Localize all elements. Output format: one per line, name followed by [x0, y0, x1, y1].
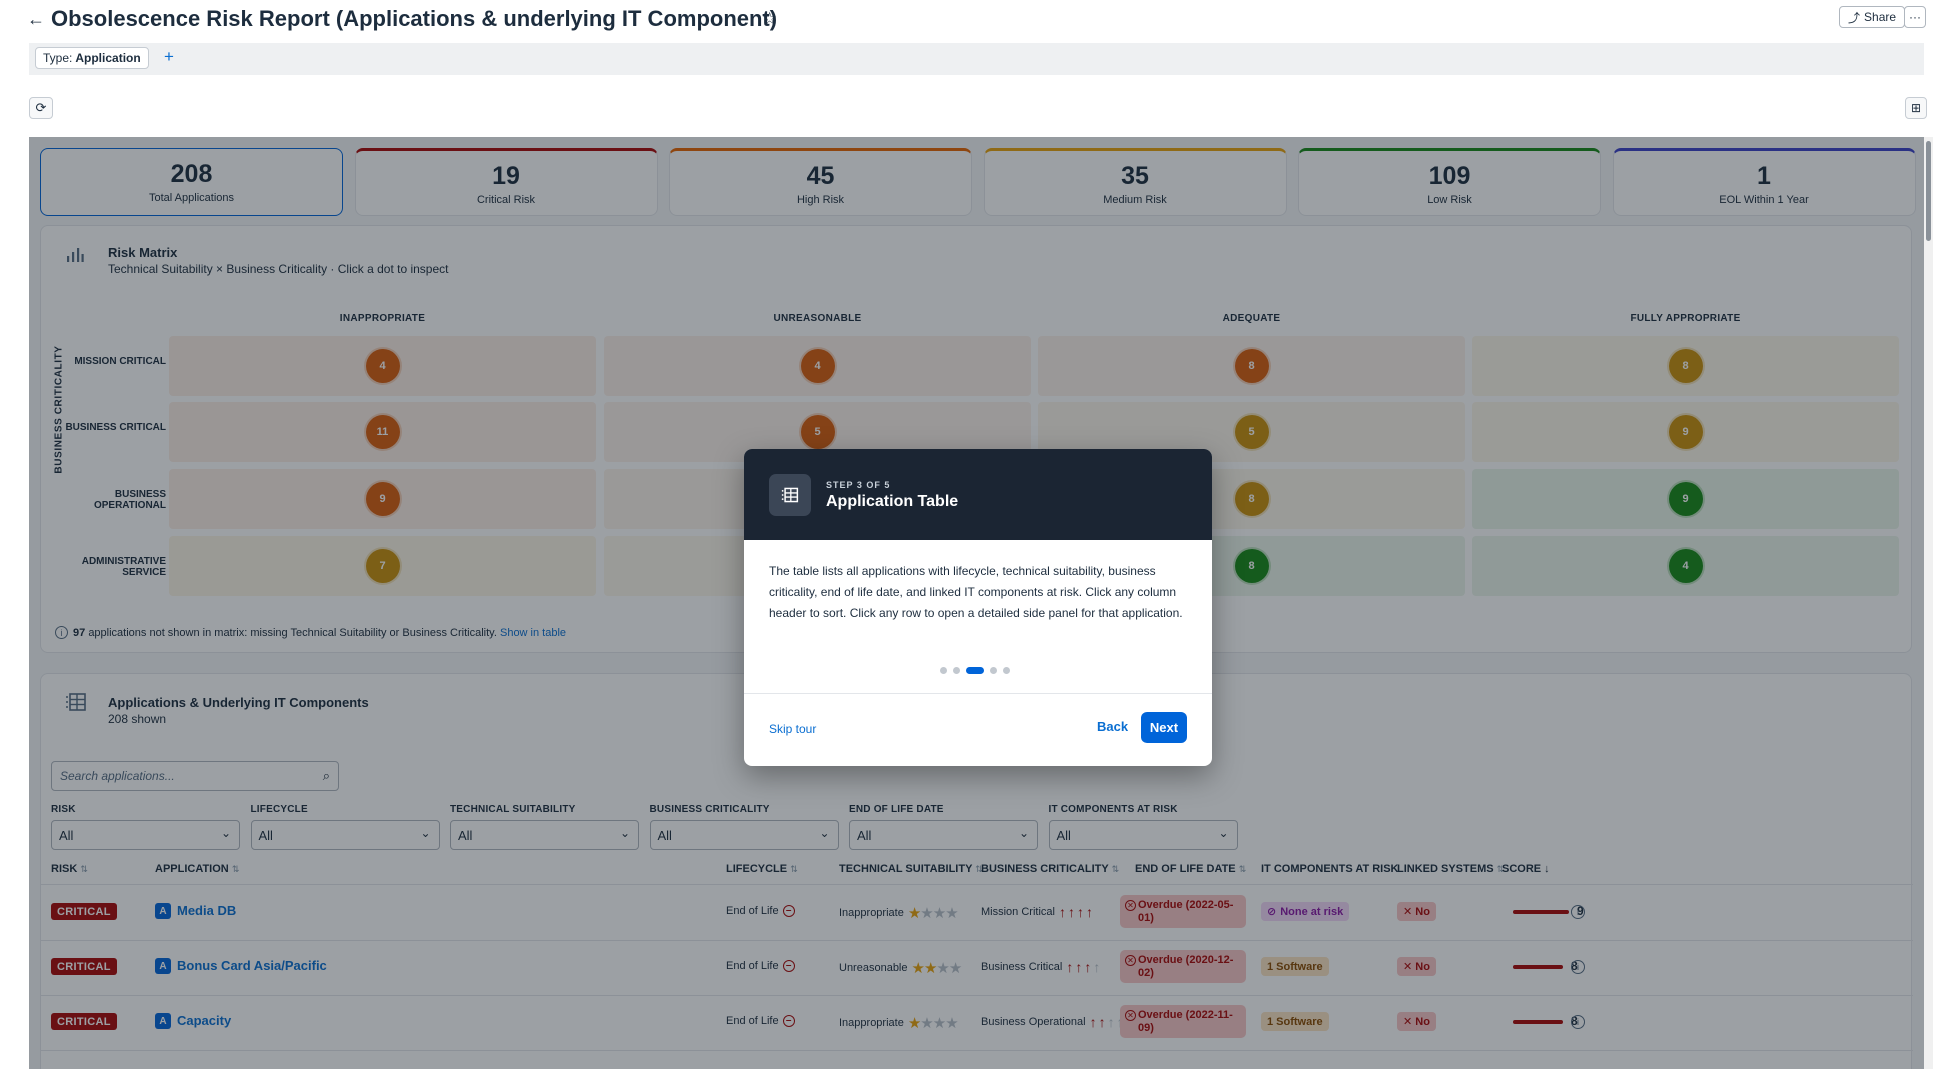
tour-step-dot[interactable] [940, 667, 947, 674]
share-icon: ⤴ [1848, 10, 1861, 25]
refresh-icon: ⟳ [35, 100, 47, 115]
tour-step-indicator: STEP 3 OF 5 [826, 480, 891, 490]
more-dots-icon: ··· [1909, 10, 1921, 24]
tour-step-dot[interactable] [966, 667, 984, 674]
tour-body-text: The table lists all applications with li… [769, 564, 1183, 620]
tour-back-button[interactable]: Back [1097, 719, 1128, 734]
refresh-button[interactable]: ⟳ [29, 97, 53, 119]
grid-icon: ⊞ [1910, 101, 1922, 115]
tour-step-dot[interactable] [990, 667, 997, 674]
tour-dialog-header: STEP 3 OF 5 Application Table [744, 449, 1212, 540]
page-title: Obsolescence Risk Report (Applications &… [51, 6, 778, 31]
arrow-left-icon[interactable]: ← [27, 9, 45, 30]
scrollbar-thumb[interactable] [1926, 141, 1931, 241]
share-label: Share [1864, 10, 1897, 24]
skip-tour-link[interactable]: Skip tour [769, 722, 816, 736]
more-options-button[interactable]: ··· [1904, 6, 1926, 28]
star-outline-icon[interactable]: ☆ [762, 9, 777, 29]
tour-dialog: STEP 3 OF 5 Application Table The table … [744, 449, 1212, 766]
layout-toggle-button[interactable]: ⊞ [1905, 97, 1927, 119]
filter-chip-value: Application [75, 51, 141, 65]
tour-step-dot[interactable] [953, 667, 960, 674]
table-grid-icon [769, 474, 811, 516]
tour-title: Application Table [826, 493, 959, 510]
tour-next-button[interactable]: Next [1141, 712, 1187, 743]
scrollbar[interactable] [1924, 137, 1933, 1069]
type-filter-chip[interactable]: Type: Application [35, 47, 149, 69]
page-header: ← Obsolescence Risk Report (Applications… [0, 0, 1933, 38]
filter-bar: Type: Application + [29, 43, 1924, 75]
tour-progress-dots [940, 667, 1010, 674]
filter-chip-key: Type: [43, 51, 73, 65]
share-button[interactable]: ⤴ Share [1839, 6, 1906, 28]
tour-divider [744, 693, 1212, 694]
tour-step-dot[interactable] [1003, 667, 1010, 674]
add-filter-icon[interactable]: + [164, 47, 174, 67]
